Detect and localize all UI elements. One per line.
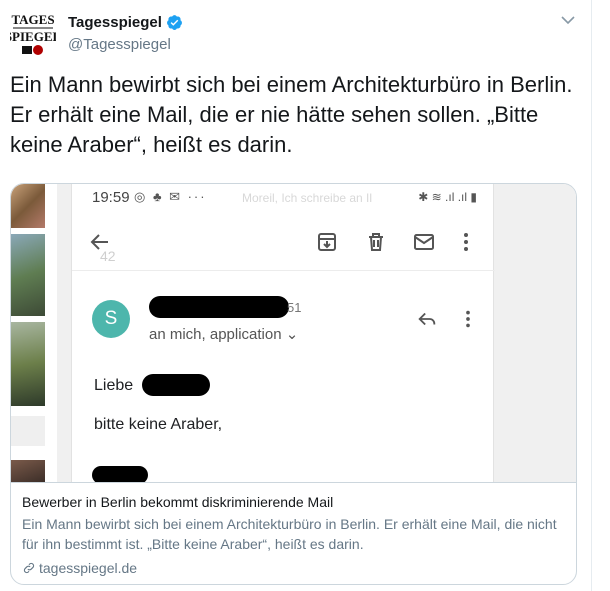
card-image[interactable]: 19:59 ◎ ♣ ✉ ··· Moreil, Ich schreibe an … — [11, 184, 576, 482]
faded-text: Moreil, Ich schreibe an Il — [242, 191, 373, 205]
thumbnail-photo — [11, 460, 45, 482]
tweet-header: TAGES SPIEGEL Tagesspiegel @Tagesspiegel — [10, 10, 582, 62]
card-text[interactable]: Bewerber in Berlin bekommt diskriminiere… — [11, 482, 576, 584]
divider — [72, 270, 495, 271]
tagesspiegel-logo[interactable]: TAGES SPIEGEL — [10, 10, 56, 58]
trash-icon — [369, 233, 383, 251]
mail-icon — [414, 234, 434, 250]
svg-text:SPIEGEL: SPIEGEL — [10, 29, 56, 44]
phone-screenshot: 19:59 ◎ ♣ ✉ ··· Moreil, Ich schreibe an … — [71, 184, 495, 482]
thumbnail-photo — [11, 234, 45, 316]
author-handle[interactable]: @Tagesspiegel — [68, 36, 183, 53]
card-title: Bewerber in Berlin bekommt diskriminiere… — [22, 494, 334, 510]
more-vertical-icon — [464, 233, 468, 251]
tweet-text: Ein Mann bewirbt sich bei einem Architek… — [10, 72, 573, 157]
thumbnail-photo — [11, 322, 45, 406]
faded-count: 42 — [100, 248, 116, 264]
thumbnail-photo — [11, 184, 45, 228]
email-body-line: bitte keine Araber, — [94, 416, 223, 433]
sender-suffix: 51 — [287, 300, 302, 315]
status-icons-right: ✱ ≋ .ıl .ıl ▮ — [418, 190, 477, 204]
redaction-bar — [142, 374, 210, 396]
link-card[interactable]: 19:59 ◎ ♣ ✉ ··· Moreil, Ich schreibe an … — [10, 183, 577, 585]
card-domain: tagesspiegel.de — [22, 560, 567, 576]
link-icon — [23, 562, 35, 574]
status-time: 19:59 — [92, 189, 130, 206]
thumbnail-photo — [11, 416, 45, 446]
status-bar: 19:59 ◎ ♣ ✉ ··· Moreil, Ich schreibe an … — [72, 184, 495, 214]
redaction-bar — [92, 466, 148, 482]
verified-badge-icon — [166, 15, 182, 30]
more-vertical-icon — [466, 310, 470, 328]
chevron-down-icon[interactable] — [560, 12, 576, 28]
author-display-name[interactable]: Tagesspiegel — [68, 14, 183, 31]
thumbnail-strip — [11, 184, 57, 482]
card-description: Ein Mann bewirbt sich bei einem Architek… — [22, 516, 557, 552]
timeline-border — [591, 0, 592, 591]
redaction-bar — [149, 296, 289, 318]
status-icons-left: ◎ ♣ ✉ ··· — [134, 189, 207, 204]
sender-avatar: S — [92, 300, 130, 338]
archive-icon — [318, 233, 336, 251]
reply-icon — [418, 312, 436, 326]
author-names[interactable]: Tagesspiegel @Tagesspiegel — [68, 14, 183, 53]
svg-text:TAGES: TAGES — [11, 12, 54, 27]
email-greeting: Liebe — [94, 377, 134, 394]
mail-app-bar — [72, 220, 495, 264]
recipients-line: an mich, application ⌄ — [149, 326, 299, 343]
